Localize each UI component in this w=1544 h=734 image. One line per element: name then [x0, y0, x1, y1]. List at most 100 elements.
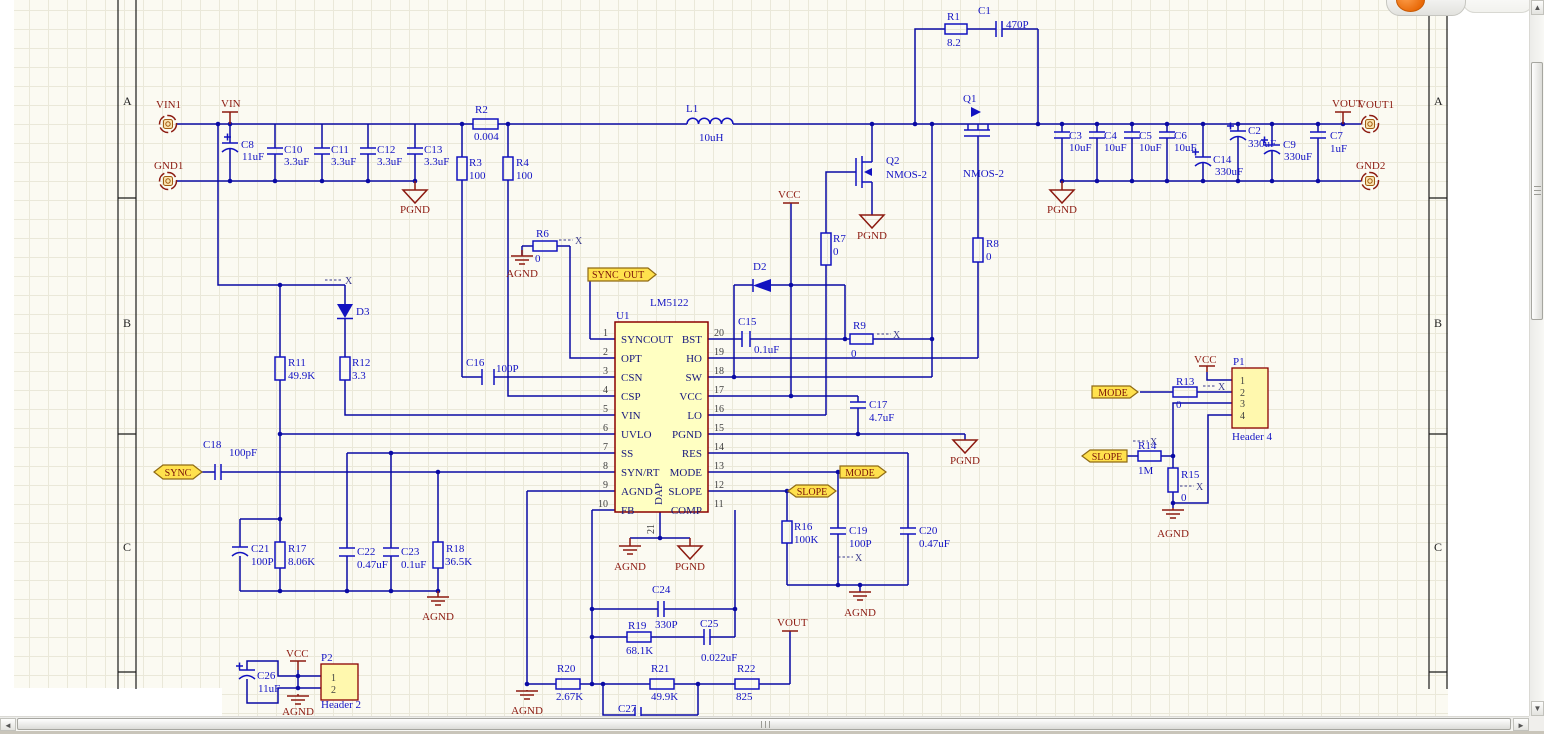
svg-text:C10: C10: [284, 144, 303, 156]
component-c11: [314, 147, 330, 155]
component-r2: [472, 118, 499, 130]
svg-text:11: 11: [714, 499, 724, 510]
svg-text:2.67K: 2.67K: [556, 691, 583, 703]
svg-text:3.3uF: 3.3uF: [377, 156, 402, 168]
svg-text:4: 4: [1240, 411, 1245, 422]
svg-text:C14: C14: [1213, 154, 1232, 166]
net-label: VIN: [221, 98, 241, 110]
svg-text:10: 10: [598, 499, 608, 510]
scroll-down-button[interactable]: ▼: [1531, 701, 1544, 716]
component-c6: [1159, 131, 1175, 139]
horizontal-scroll-thumb[interactable]: [17, 718, 1511, 730]
component-r4: [502, 156, 514, 181]
component-d3[interactable]: [337, 304, 353, 320]
component-d2[interactable]: [752, 279, 771, 292]
svg-text:AGND: AGND: [506, 268, 538, 280]
vertical-scrollbar[interactable]: ▲ ▼: [1529, 0, 1544, 716]
zone-c-right: C: [1434, 540, 1442, 554]
svg-text:SW: SW: [686, 372, 703, 384]
svg-text:C22: C22: [357, 546, 375, 558]
svg-text:0: 0: [535, 253, 541, 265]
x-icon: X: [575, 236, 583, 247]
svg-text:R4: R4: [516, 157, 529, 169]
svg-text:8: 8: [603, 461, 608, 472]
component-u1[interactable]: LM5122 U1 SYNCOUT 1 OPT 2 CSN 3 CSP 4 VIN 5 U…: [598, 297, 724, 534]
svg-text:4.7uF: 4.7uF: [869, 412, 894, 424]
svg-text:PGND: PGND: [675, 561, 705, 573]
capacitors[interactable]: [214, 21, 1326, 716]
svg-text:SYN/RT: SYN/RT: [621, 467, 660, 479]
svg-text:AGND: AGND: [422, 611, 454, 623]
svg-text:C11: C11: [331, 144, 349, 156]
svg-text:SLOPE: SLOPE: [668, 486, 702, 498]
svg-text:R11: R11: [288, 357, 306, 369]
vertical-scroll-thumb[interactable]: [1531, 62, 1543, 320]
floating-toolbar: [1462, 0, 1534, 13]
svg-text:C8: C8: [241, 139, 254, 151]
svg-text:7: 7: [603, 442, 608, 453]
svg-text:R20: R20: [557, 663, 576, 675]
svg-text:SLOPE: SLOPE: [1092, 452, 1123, 463]
svg-text:2: 2: [331, 685, 336, 696]
svg-text:R17: R17: [288, 543, 307, 555]
component-c25: [703, 629, 711, 645]
svg-text:0.1uF: 0.1uF: [754, 344, 779, 356]
svg-text:PGND: PGND: [1047, 204, 1077, 216]
port-label: VOUT1: [1358, 99, 1394, 111]
component-r15: [1167, 467, 1179, 493]
svg-text:12: 12: [714, 480, 724, 491]
svg-text:R9: R9: [853, 320, 866, 332]
svg-text:10uF: 10uF: [1139, 142, 1162, 154]
svg-text:100P: 100P: [849, 538, 872, 550]
svg-text:DAP: DAP: [653, 483, 665, 505]
svg-text:C9: C9: [1283, 139, 1296, 151]
sheet-border: [117, 0, 1448, 689]
svg-text:CSN: CSN: [621, 372, 642, 384]
svg-text:49.9K: 49.9K: [651, 691, 678, 703]
scroll-left-button[interactable]: ◄: [0, 718, 16, 731]
svg-text:15: 15: [714, 423, 724, 434]
svg-text:100: 100: [516, 170, 533, 182]
svg-text:R6: R6: [536, 228, 549, 240]
svg-text:OPT: OPT: [621, 353, 642, 365]
component-c1: [995, 21, 1003, 37]
pgnd-pin15: [951, 439, 979, 455]
svg-text:11uF: 11uF: [258, 683, 280, 695]
svg-text:C19: C19: [849, 525, 868, 537]
net-label: VCC: [286, 648, 309, 660]
x-icon: X: [1218, 382, 1226, 393]
svg-text:330P: 330P: [655, 619, 678, 631]
component-r8: [972, 237, 984, 263]
svg-text:R13: R13: [1176, 376, 1195, 388]
svg-text:SYNC: SYNC: [165, 468, 192, 479]
pgnd-input: [401, 181, 429, 205]
svg-text:0.1uF: 0.1uF: [401, 559, 426, 571]
agnd-p2: [287, 694, 309, 705]
zone-a-right: A: [1434, 94, 1443, 108]
x-icon: X: [855, 553, 863, 564]
svg-text:AGND: AGND: [614, 561, 646, 573]
svg-text:330uF: 330uF: [1215, 166, 1243, 178]
component-r7: [820, 232, 832, 266]
component-l1[interactable]: [686, 117, 734, 125]
svg-text:10uF: 10uF: [1174, 142, 1197, 154]
svg-text:NMOS-2: NMOS-2: [886, 169, 927, 181]
component-q1[interactable]: [964, 107, 990, 137]
thumb-grip: [761, 721, 770, 728]
svg-text:NMOS-2: NMOS-2: [963, 168, 1004, 180]
schematic-canvas[interactable]: A B C A B C LM5122 U1 SYNCOUT1 OPT2 CSN3…: [0, 0, 1544, 716]
component-p1[interactable]: 1 2 3 4 P1 Header 4: [1231, 356, 1273, 443]
svg-text:UVLO: UVLO: [621, 429, 652, 441]
component-r13: [1172, 386, 1198, 398]
component-q2[interactable]: [855, 156, 872, 188]
scroll-up-button[interactable]: ▲: [1531, 0, 1544, 15]
svg-text:D2: D2: [753, 261, 766, 273]
scroll-right-button[interactable]: ►: [1513, 718, 1529, 731]
zone-labels: A B C A B C: [123, 94, 1443, 554]
horizontal-scrollbar[interactable]: ◄ ►: [0, 716, 1529, 731]
component-p2[interactable]: 1 2 P2 Header 2: [320, 652, 361, 711]
agnd-r18: [427, 591, 449, 606]
svg-text:0: 0: [851, 348, 857, 360]
svg-text:C24: C24: [652, 584, 671, 596]
svg-text:BST: BST: [682, 334, 702, 346]
